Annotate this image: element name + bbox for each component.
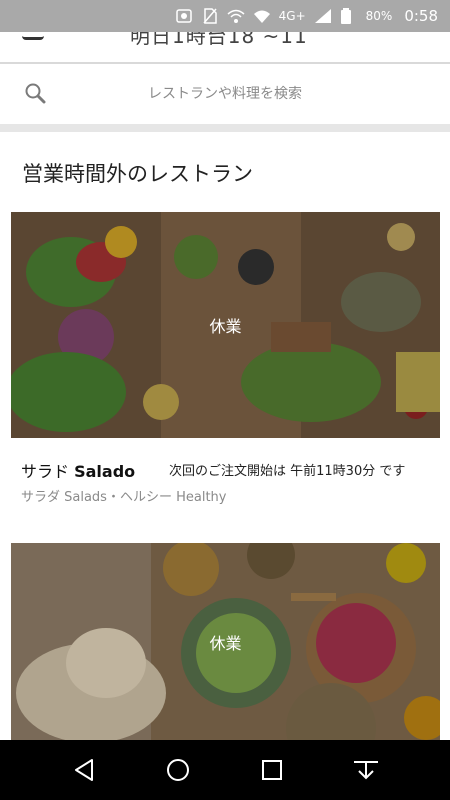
- restaurant-image[interactable]: 休業: [11, 543, 440, 740]
- search-input[interactable]: レストランや料理を検索: [0, 83, 450, 103]
- wifi-signal-icon: [227, 8, 245, 24]
- delivery-time[interactable]: 明日1時台18 ~11: [130, 32, 308, 49]
- closed-label: 休業: [209, 317, 242, 336]
- network-type-label: 4G+: [278, 9, 306, 23]
- section-divider: [0, 124, 450, 132]
- home-circle-icon[interactable]: [164, 756, 192, 784]
- menu-icon[interactable]: [22, 32, 44, 40]
- restaurant-name-bold: Salado: [74, 462, 136, 481]
- system-nav-bar: [0, 740, 450, 800]
- restaurant-name-prefix: サラド: [21, 462, 70, 481]
- header: 明日1時台18 ~11: [0, 32, 450, 64]
- restaurant-image[interactable]: 休業: [11, 212, 440, 438]
- wifi-icon: [253, 8, 271, 24]
- status-icons: 4G+ 80% 0:58: [175, 7, 438, 25]
- battery-percent: 80%: [365, 9, 393, 23]
- restaurant-card[interactable]: 休業: [11, 543, 440, 740]
- search-bar[interactable]: レストランや料理を検索: [0, 64, 450, 124]
- restaurant-card[interactable]: 休業 サラド Salado 次回のご注文開始は 午前11時30分 です サラダ …: [11, 212, 440, 512]
- restaurant-category: サラダ Salads・ヘルシー Healthy: [21, 490, 227, 505]
- next-open-time: 次回のご注文開始は 午前11時30分 です: [169, 464, 406, 479]
- recents-square-icon[interactable]: [258, 756, 286, 784]
- battery-icon: [340, 8, 358, 24]
- app-notification-icon: [175, 8, 193, 24]
- clock: 0:58: [404, 7, 438, 25]
- cell-signal-icon: [314, 8, 332, 24]
- section-title: 営業時間外のレストラン: [22, 162, 253, 186]
- back-triangle-icon[interactable]: [70, 756, 98, 784]
- restaurant-name[interactable]: サラド Salado: [21, 458, 135, 482]
- status-bar: 4G+ 80% 0:58: [0, 0, 450, 32]
- closed-label: 休業: [209, 633, 242, 653]
- notification-pull-icon[interactable]: [352, 756, 380, 784]
- no-sim-icon: [201, 8, 219, 24]
